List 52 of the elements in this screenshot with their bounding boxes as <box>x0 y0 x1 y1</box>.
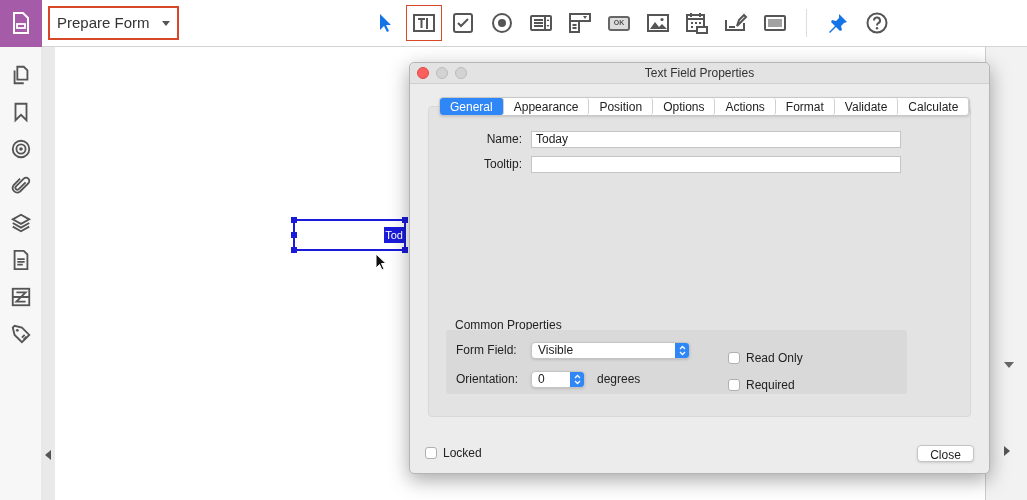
expand-arrow-icon[interactable] <box>1004 446 1010 456</box>
help-icon <box>865 11 889 35</box>
calendar-icon <box>685 11 709 35</box>
document-icon <box>10 11 32 35</box>
compare-icon <box>9 286 32 308</box>
caret-icon <box>161 20 170 26</box>
field-label: Orientation: <box>456 371 520 388</box>
dropdown-icon <box>568 11 592 35</box>
checkbox[interactable] <box>728 379 740 391</box>
layers-icon <box>9 212 32 234</box>
resize-handle[interactable] <box>402 217 408 223</box>
resize-handle[interactable] <box>402 247 408 253</box>
field-text: Tod <box>384 226 404 244</box>
checkbox-label: Locked <box>443 445 482 462</box>
image-icon <box>646 11 670 35</box>
checkbox[interactable] <box>425 447 437 459</box>
tag-icon <box>9 323 32 345</box>
field-label: Form Field: <box>456 342 518 359</box>
resize-handle[interactable] <box>291 247 297 253</box>
tab[interactable]: Validate <box>834 98 899 115</box>
tool-menu-dropdown[interactable]: Prepare Form <box>48 6 179 40</box>
tab[interactable]: Options <box>653 98 716 115</box>
tab[interactable]: Actions <box>715 98 776 115</box>
checkbox-icon <box>451 11 475 35</box>
checkbox[interactable] <box>728 352 740 364</box>
close-window-button[interactable] <box>417 67 429 79</box>
tab[interactable]: General <box>440 98 504 115</box>
checkbox-label: Required <box>746 377 795 394</box>
collapse-arrow-icon[interactable] <box>1004 362 1014 368</box>
tab[interactable]: Format <box>775 98 835 115</box>
field-label: Name: <box>485 131 523 148</box>
resize-handle[interactable] <box>291 217 297 223</box>
field-label: Tooltip: <box>482 156 523 173</box>
tab[interactable]: Position <box>589 98 654 115</box>
sidebar-button[interactable] <box>8 211 33 235</box>
mouse-pointer-icon <box>375 253 387 271</box>
tab[interactable]: Appearance <box>503 98 590 115</box>
radio-button-icon <box>490 11 514 35</box>
target-icon <box>9 138 32 160</box>
checkbox-label: Read Only <box>746 350 803 367</box>
form-field-outline[interactable]: Tod <box>293 219 406 251</box>
tab[interactable]: Calculate <box>898 98 970 115</box>
dialog-title: Text Field Properties <box>644 65 755 82</box>
close-button[interactable]: Close <box>917 444 974 462</box>
unit-label: degrees <box>597 371 641 388</box>
collapse-arrow-icon[interactable] <box>45 450 51 460</box>
stepper-arrows-icon[interactable] <box>570 371 584 387</box>
text-field-icon <box>412 11 436 35</box>
resize-handle[interactable] <box>291 232 297 238</box>
tool-button[interactable] <box>406 5 442 41</box>
stepper-arrows-icon[interactable] <box>675 342 689 358</box>
section-heading: Common Properties <box>455 317 562 334</box>
